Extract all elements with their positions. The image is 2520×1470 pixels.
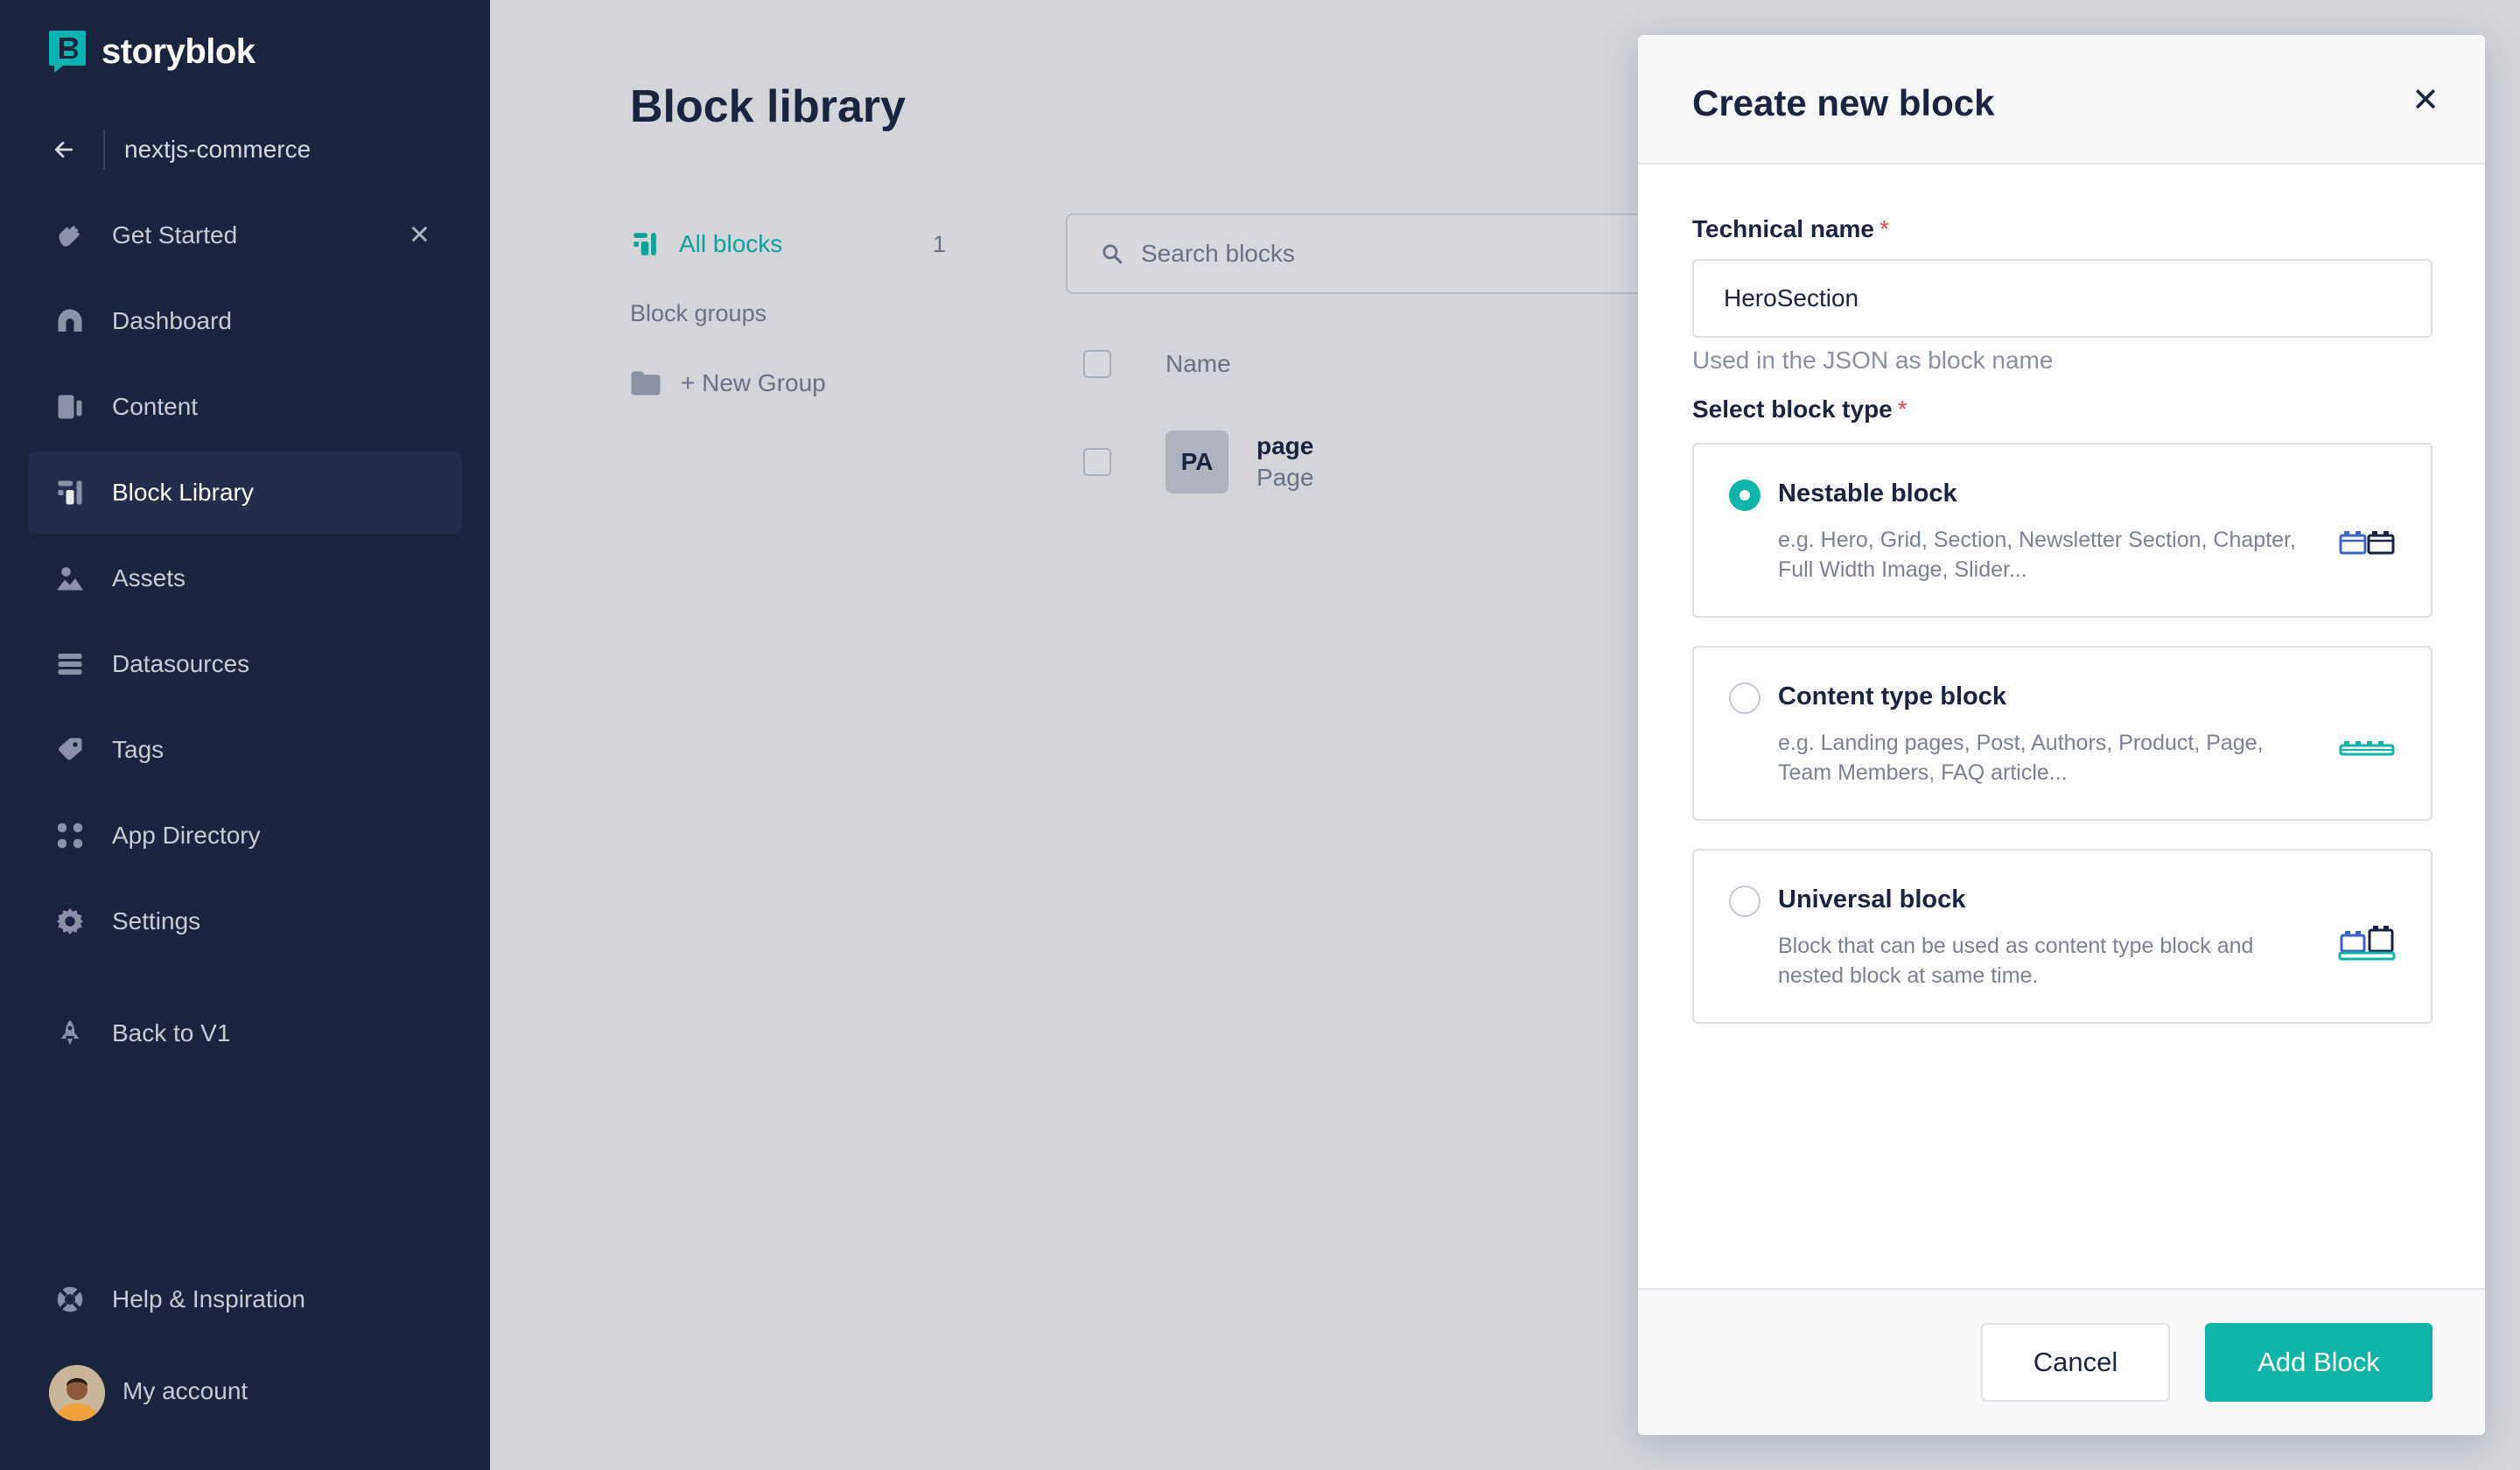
block-initials-tile: PA xyxy=(1166,430,1228,494)
sidebar-item-label: App Directory xyxy=(112,822,261,849)
required-mark: * xyxy=(1897,396,1908,423)
gear-icon xyxy=(57,908,83,934)
apps-icon xyxy=(57,822,83,849)
block-type-label: Select block type * xyxy=(1692,396,1908,424)
arrow-left-icon[interactable] xyxy=(52,138,75,161)
sidebar-item-help[interactable]: Help & Inspiration xyxy=(28,1258,462,1340)
sidebar-item-settings[interactable]: Settings xyxy=(28,880,462,962)
block-type-option-nestable[interactable]: Nestable block e.g. Hero, Grid, Section,… xyxy=(1692,443,2432,618)
dashboard-icon xyxy=(58,309,82,332)
sidebar-item-datasources[interactable]: Datasources xyxy=(28,623,462,705)
assets-icon xyxy=(57,567,83,591)
sidebar-item-back-to-v1[interactable]: Back to V1 xyxy=(28,992,462,1074)
modal-header: Create new block ✕ xyxy=(1638,35,2485,164)
storyblok-logo-icon xyxy=(49,31,86,73)
block-type: Page xyxy=(1256,464,1314,491)
technical-name-input[interactable] xyxy=(1692,259,2432,338)
technical-name-hint: Used in the JSON as block name xyxy=(1692,346,2054,374)
all-blocks-count: 1 xyxy=(933,231,947,257)
account-label[interactable]: My account xyxy=(122,1377,248,1405)
avatar[interactable] xyxy=(49,1365,105,1421)
block-name[interactable]: page xyxy=(1256,432,1313,460)
option-title: Universal block xyxy=(1778,886,1966,914)
nestable-blocks-icon xyxy=(2339,531,2395,555)
block-type-option-content-type[interactable]: Content type block e.g. Landing pages, P… xyxy=(1692,646,2432,821)
sidebar-item-assets[interactable]: Assets xyxy=(28,537,462,620)
all-blocks-label: All blocks xyxy=(679,230,783,257)
lifebuoy-icon xyxy=(57,1286,83,1312)
datasources-icon xyxy=(58,654,82,675)
radio-unselected[interactable] xyxy=(1729,682,1760,714)
close-icon[interactable]: ✕ xyxy=(409,220,430,251)
sidebar-item-tags[interactable]: Tags xyxy=(28,709,462,791)
option-title: Content type block xyxy=(1778,682,2007,710)
select-all-checkbox[interactable] xyxy=(1083,350,1111,378)
content-type-block-icon xyxy=(2339,741,2395,756)
sidebar-item-block-library[interactable]: Block Library xyxy=(28,452,462,534)
sidebar-item-label: Assets xyxy=(112,564,186,592)
block-groups-heading: Block groups xyxy=(630,300,767,326)
universal-block-icon xyxy=(2338,926,2396,961)
search-placeholder: Search blocks xyxy=(1141,240,1295,267)
row-checkbox[interactable] xyxy=(1083,448,1111,476)
page-title: Block library xyxy=(630,81,906,132)
brand-name: storyblok xyxy=(102,32,256,71)
search-icon xyxy=(1102,244,1123,264)
column-header-name: Name xyxy=(1166,350,1231,377)
modal-footer: Cancel Add Block xyxy=(1638,1288,2485,1435)
block-library-icon xyxy=(634,233,656,256)
technical-name-label: Technical name * xyxy=(1692,215,1889,243)
sidebar-item-label: Get Started xyxy=(112,221,238,248)
cancel-button[interactable]: Cancel xyxy=(1981,1323,2170,1402)
radio-unselected[interactable] xyxy=(1729,886,1760,917)
sidebar: storyblok nextjs-commerce Get Started ✕ … xyxy=(0,0,490,1470)
new-group-button[interactable]: + New Group xyxy=(630,369,826,397)
option-title: Nestable block xyxy=(1778,480,1957,508)
wave-hand-icon xyxy=(59,226,80,247)
sidebar-item-dashboard[interactable]: Dashboard xyxy=(28,280,462,362)
new-group-label: + New Group xyxy=(681,369,826,396)
space-name: nextjs-commerce xyxy=(124,136,312,163)
option-description: e.g. Landing pages, Post, Authors, Produ… xyxy=(1778,731,2264,785)
radio-selected[interactable] xyxy=(1729,480,1760,511)
user-avatar-icon xyxy=(49,1365,105,1421)
option-description: e.g. Hero, Grid, Section, Newsletter Sec… xyxy=(1778,528,2296,582)
sidebar-item-content[interactable]: Content xyxy=(28,366,462,448)
sidebar-item-get-started[interactable]: Get Started ✕ xyxy=(28,194,462,276)
rocket-icon xyxy=(60,1020,80,1046)
all-blocks-filter[interactable]: All blocks xyxy=(630,229,782,259)
sidebar-item-label: Block Library xyxy=(112,479,254,506)
content-icon xyxy=(58,395,82,419)
storyblok-logo[interactable]: storyblok xyxy=(47,28,256,75)
folder-icon xyxy=(631,371,661,396)
block-library-icon xyxy=(58,480,82,505)
create-block-modal: Create new block ✕ Technical name* Used … xyxy=(1638,35,2485,1435)
sidebar-item-app-directory[interactable]: App Directory xyxy=(28,794,462,877)
sidebar-item-label: Settings xyxy=(112,907,201,934)
space-switcher[interactable]: nextjs-commerce xyxy=(52,130,311,170)
modal-title: Create new block xyxy=(1692,82,1995,123)
option-description: Block that can be used as content type b… xyxy=(1778,934,2254,988)
search-input[interactable]: Search blocks xyxy=(1066,214,1678,294)
sidebar-item-label: Dashboard xyxy=(112,307,232,334)
technical-name-label-text: Technical name xyxy=(1692,215,1875,242)
close-icon[interactable]: ✕ xyxy=(2412,80,2440,120)
sidebar-item-label: Content xyxy=(112,393,199,420)
sidebar-item-label: Datasources xyxy=(112,650,250,677)
required-mark: * xyxy=(1880,215,1889,242)
sidebar-item-label: Tags xyxy=(112,736,164,763)
sidebar-item-label: Help & Inspiration xyxy=(112,1285,306,1312)
sidebar-item-label: Back to V1 xyxy=(112,1019,231,1046)
block-type-option-universal[interactable]: Universal block Block that can be used a… xyxy=(1692,849,2432,1024)
divider xyxy=(103,130,105,170)
tag-icon xyxy=(58,738,82,760)
block-type-label-text: Select block type xyxy=(1692,396,1893,423)
add-block-button[interactable]: Add Block xyxy=(2205,1323,2432,1402)
